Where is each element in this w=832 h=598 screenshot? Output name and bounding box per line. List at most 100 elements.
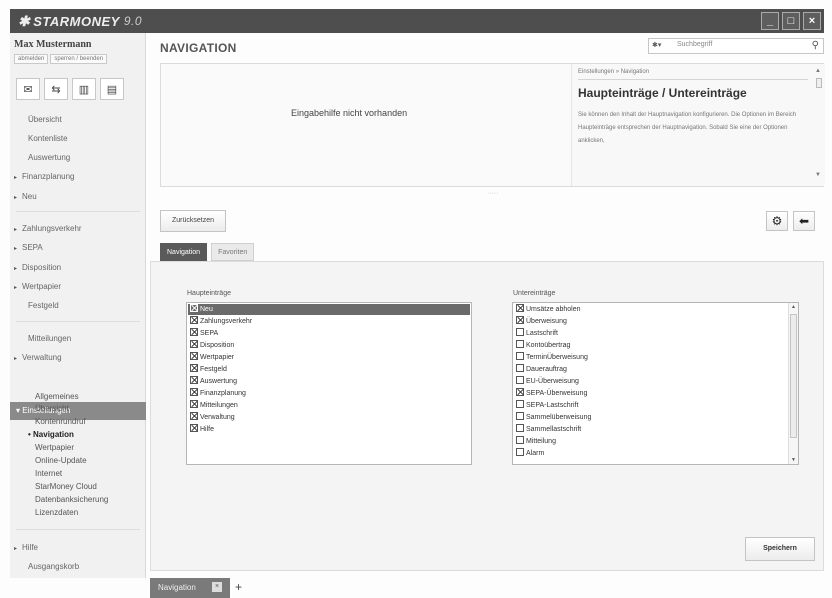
list-item[interactable]: Auswertung [188, 376, 470, 387]
sidebar-item-new[interactable]: ▸ Neu [14, 192, 37, 201]
sub-entries-scrollbar[interactable]: ▲ ▼ [788, 303, 798, 464]
search-input[interactable]: Suchbegriff [677, 41, 712, 48]
close-tab-icon[interactable]: × [212, 582, 222, 592]
settings-item-securities[interactable]: Wertpapier [35, 443, 74, 452]
back-arrow-icon[interactable]: ⬅ [793, 211, 815, 231]
list-item[interactable]: Mitteilung [514, 436, 786, 447]
checkbox-checked[interactable] [190, 352, 198, 360]
list-item[interactable]: Disposition [188, 340, 470, 351]
document-icon[interactable]: ▤ [100, 78, 124, 100]
list-item[interactable]: Finanzplanung [188, 388, 470, 399]
checkbox-checked[interactable] [516, 304, 524, 312]
scroll-up-icon[interactable]: ▲ [815, 68, 821, 74]
scroll-down-icon[interactable]: ▼ [791, 457, 796, 463]
checkbox-checked[interactable] [516, 388, 524, 396]
list-item[interactable]: Hilfe [188, 424, 470, 435]
sidebar-item-securities[interactable]: ▸ Wertpapier [14, 282, 61, 291]
sidebar-item-planning[interactable]: ▸ Finanzplanung [14, 172, 74, 181]
resize-grip-icon[interactable]: ····· [487, 190, 499, 197]
tab-navigation[interactable]: Navigation [160, 243, 208, 261]
sidebar-item-disposition[interactable]: ▸ Disposition [14, 263, 61, 272]
checkbox-checked[interactable] [190, 328, 198, 336]
list-item[interactable]: Verwaltung [188, 412, 470, 423]
list-item[interactable]: Mitteilungen [188, 400, 470, 411]
sidebar-item-accounts[interactable]: Kontenliste [28, 134, 68, 143]
list-item[interactable]: EU-Überweisung [514, 376, 786, 387]
settings-item-account-call[interactable]: Kontenrundruf [35, 417, 86, 426]
settings-item-backup[interactable]: Datenbanksicherung [35, 495, 108, 504]
list-item[interactable]: SEPA [188, 328, 470, 339]
sidebar-item-sepa[interactable]: ▸ SEPA [14, 243, 43, 252]
minimize-button[interactable]: _ [761, 12, 779, 30]
scroll-thumb[interactable] [790, 314, 797, 438]
tab-favorites[interactable]: Favoriten [211, 243, 255, 261]
list-item[interactable]: Alarm [514, 448, 786, 459]
checkbox-unchecked[interactable] [516, 400, 524, 408]
checkbox-unchecked[interactable] [516, 352, 524, 360]
settings-item-internet[interactable]: Internet [35, 469, 62, 478]
checkbox-checked[interactable] [516, 316, 524, 324]
checkbox-unchecked[interactable] [516, 340, 524, 348]
settings-item-navigation[interactable]: • Navigation [28, 430, 74, 439]
checkbox-unchecked[interactable] [516, 328, 524, 336]
checkbox-checked[interactable] [190, 364, 198, 372]
checkbox-unchecked[interactable] [516, 424, 524, 432]
help-scrollbar[interactable]: ▲ ▼ [815, 68, 823, 178]
settings-item-general[interactable]: Allgemeines [35, 392, 79, 401]
list-item[interactable]: Kontoübertrag [514, 340, 786, 351]
sidebar-item-fixed-deposit[interactable]: Festgeld [28, 301, 59, 310]
main-entries-list[interactable]: Neu Zahlungsverkehr SEPA Disposition Wertpap… [186, 302, 472, 465]
list-item[interactable]: Dauerauftrag [514, 364, 786, 375]
sidebar-item-messages[interactable]: Mitteilungen [28, 334, 71, 343]
lock-exit-link[interactable]: sperren / beenden [50, 54, 108, 64]
list-item[interactable]: Festgeld [188, 364, 470, 375]
sidebar-item-help[interactable]: ▸ Hilfe [14, 543, 38, 552]
sidebar-item-outbox[interactable]: Ausgangskorb [28, 562, 79, 571]
settings-item-license[interactable]: Lizenzdaten [35, 508, 78, 517]
settings-item-overview[interactable]: Übersicht [35, 404, 69, 413]
search-scope-dropdown[interactable]: ✱▾ [652, 41, 661, 49]
list-item[interactable]: Wertpapier [188, 352, 470, 363]
close-button[interactable]: × [803, 12, 821, 30]
sidebar-item-evaluation[interactable]: Auswertung [28, 153, 70, 162]
logout-link[interactable]: abmelden [14, 54, 49, 64]
checkbox-checked[interactable] [190, 412, 198, 420]
list-item[interactable]: Neu [188, 304, 470, 315]
save-button[interactable]: Speichern [745, 537, 815, 561]
maximize-button[interactable]: □ [782, 12, 800, 30]
settings-item-cloud[interactable]: StarMoney Cloud [35, 482, 97, 491]
search-icon[interactable]: ⚲ [812, 40, 819, 51]
list-item[interactable]: Zahlungsverkehr [188, 316, 470, 327]
checkbox-checked[interactable] [190, 340, 198, 348]
checkbox-unchecked[interactable] [516, 412, 524, 420]
sidebar-item-overview[interactable]: Übersicht [28, 115, 62, 124]
scroll-down-icon[interactable]: ▼ [815, 172, 821, 178]
scroll-thumb[interactable] [816, 78, 822, 88]
checkbox-unchecked[interactable] [516, 448, 524, 456]
list-item[interactable]: SEPA-Überweisung [514, 388, 786, 399]
sub-entries-list[interactable]: ▲ ▼ Umsätze abholen Überweisung Lastschrif… [512, 302, 799, 465]
checkbox-unchecked[interactable] [516, 436, 524, 444]
settings-gear-icon[interactable]: ⚙ [766, 211, 788, 231]
checkbox-checked[interactable] [190, 316, 198, 324]
mail-icon[interactable]: ✉ [16, 78, 40, 100]
list-item[interactable]: SEPA-Lastschrift [514, 400, 786, 411]
checkbox-checked[interactable] [190, 376, 198, 384]
checkbox-checked[interactable] [190, 304, 198, 312]
checkbox-checked[interactable] [190, 400, 198, 408]
add-tab-button[interactable]: + [235, 580, 242, 594]
chart-icon[interactable]: ▥ [72, 78, 96, 100]
list-item[interactable]: Sammelüberweisung [514, 412, 786, 423]
list-item[interactable]: Umsätze abholen [514, 304, 786, 315]
checkbox-checked[interactable] [190, 424, 198, 432]
checkbox-checked[interactable] [190, 388, 198, 396]
search-box[interactable]: ✱▾ Suchbegriff ⚲ [648, 38, 824, 54]
list-item[interactable]: TerminÜberweisung [514, 352, 786, 363]
transfer-icon[interactable]: ⇆ [44, 78, 68, 100]
bottom-tab-navigation[interactable]: Navigation × [150, 578, 230, 598]
scroll-up-icon[interactable]: ▲ [791, 304, 796, 310]
sidebar-item-administration[interactable]: ▸ Verwaltung [14, 353, 62, 362]
reset-button[interactable]: Zurücksetzen [160, 210, 226, 232]
list-item[interactable]: Lastschrift [514, 328, 786, 339]
settings-item-online-update[interactable]: Online-Update [35, 456, 87, 465]
